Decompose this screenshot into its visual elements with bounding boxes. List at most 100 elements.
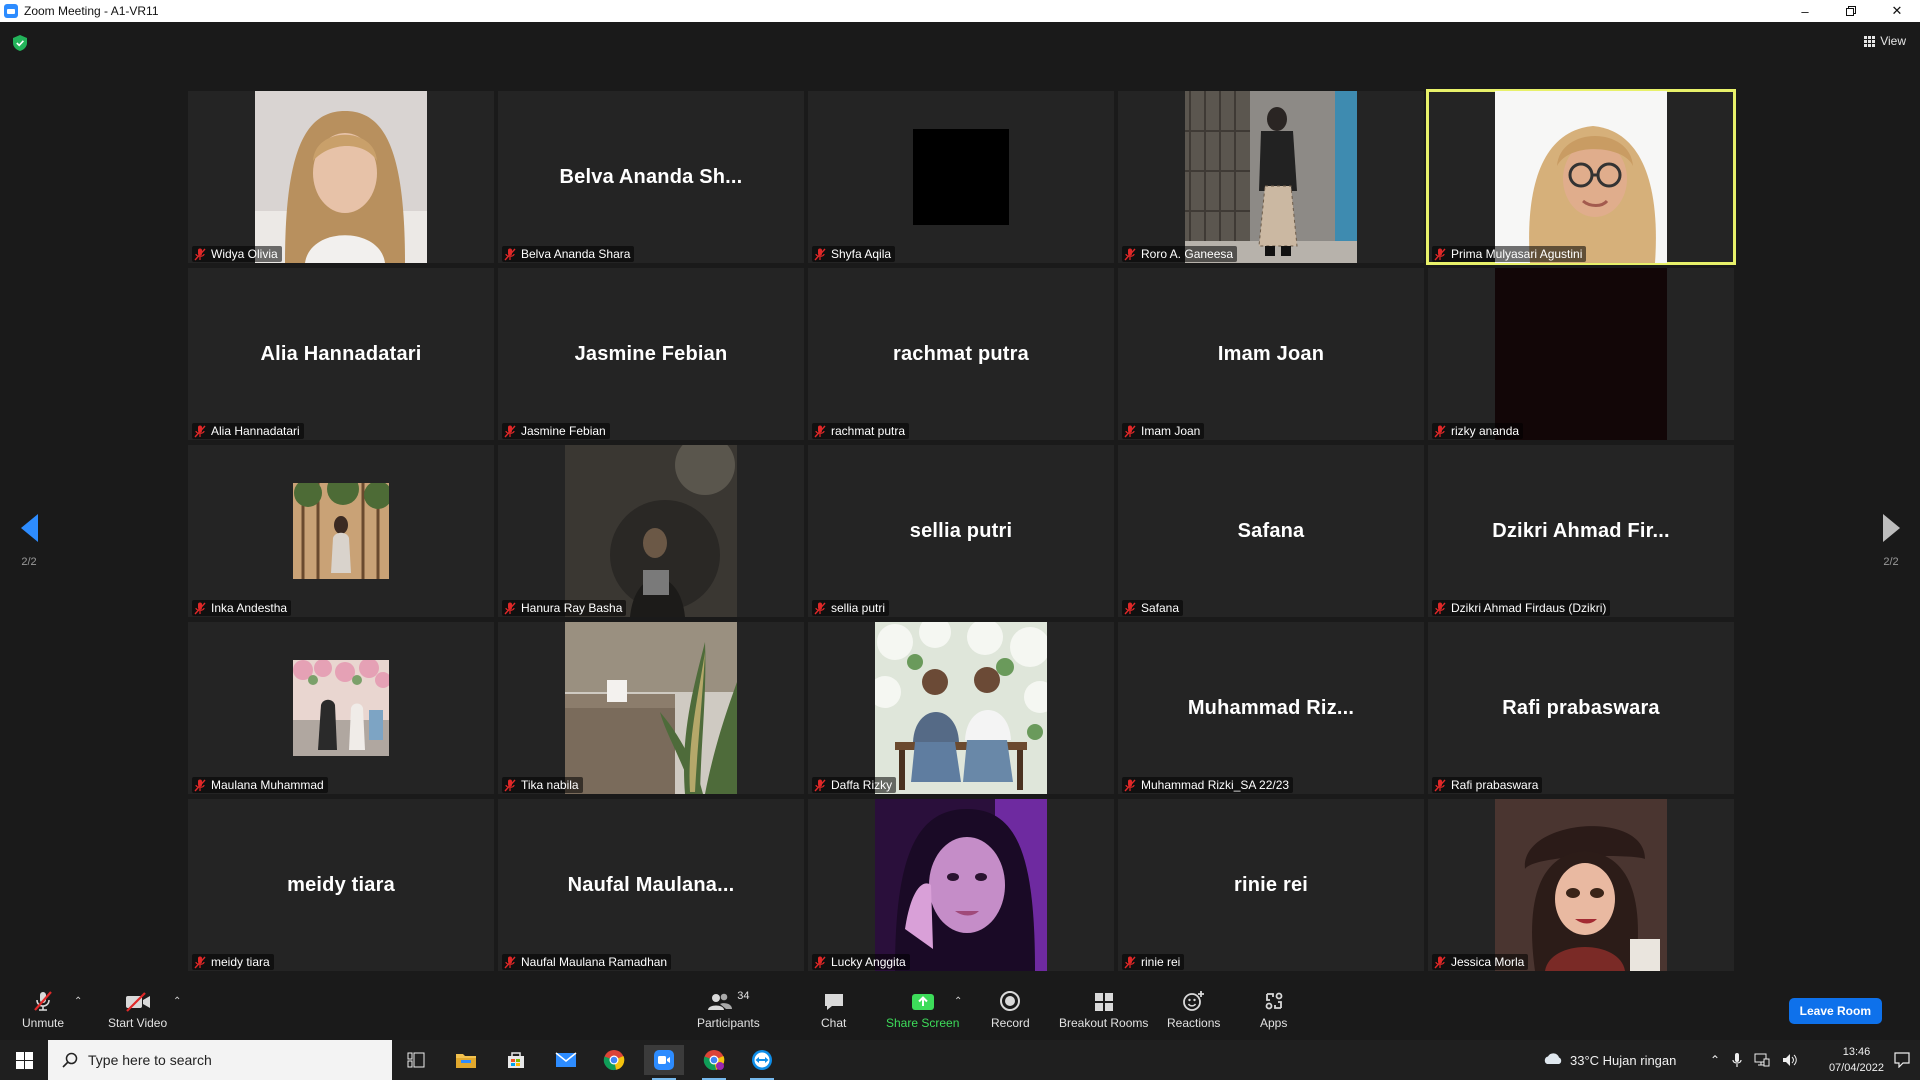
video-options-caret-icon[interactable]: ⌃: [173, 996, 181, 1007]
previous-page-button[interactable]: 2/2: [9, 514, 49, 568]
participant-profile-picture: [565, 622, 737, 794]
participant-tile[interactable]: Imam Joan Imam Joan: [1118, 268, 1424, 440]
muted-mic-icon: [1124, 779, 1136, 792]
participant-tile[interactable]: rachmat putra rachmat putra: [808, 268, 1114, 440]
network-icon[interactable]: [1754, 1053, 1770, 1067]
participant-tile[interactable]: Widya Olivia: [188, 91, 494, 263]
participant-tile[interactable]: Rafi prabaswara Rafi prabaswara: [1428, 622, 1734, 794]
microphone-icon[interactable]: [1732, 1052, 1742, 1068]
view-button[interactable]: View: [1864, 34, 1906, 48]
participant-name-bar: Widya Olivia: [192, 246, 282, 262]
participants-label: Participants: [697, 1016, 760, 1030]
file-explorer-icon[interactable]: [446, 1045, 486, 1075]
participant-name-label: Muhammad Rizki_SA 22/23: [1141, 778, 1290, 792]
participant-tile[interactable]: Inka Andestha: [188, 445, 494, 617]
participant-name-bar: rizky ananda: [1432, 423, 1524, 439]
chrome-icon[interactable]: [594, 1045, 634, 1075]
participant-name-label: Rafi prabaswara: [1451, 778, 1539, 792]
participant-display-name: Jasmine Febian: [574, 342, 728, 365]
participant-profile-picture: [255, 91, 427, 263]
notifications-icon[interactable]: [1894, 1040, 1910, 1080]
participant-name-label: rachmat putra: [831, 424, 906, 438]
participant-tile[interactable]: Prima Mulyasari Agustini: [1426, 89, 1736, 265]
mail-icon[interactable]: [546, 1045, 586, 1075]
participant-video-dark: [1495, 268, 1667, 440]
participant-name-bar: Rafi prabaswara: [1432, 777, 1543, 793]
muted-mic-icon: [504, 779, 516, 792]
participant-name-bar: Hanura Ray Basha: [502, 600, 627, 616]
muted-mic-icon: [504, 425, 516, 438]
participant-tile[interactable]: Naufal Maulana... Naufal Maulana Ramadhan: [498, 799, 804, 971]
teamviewer-icon[interactable]: [742, 1045, 782, 1080]
volume-icon[interactable]: [1782, 1053, 1798, 1067]
page-indicator-left: 2/2: [21, 556, 37, 568]
participant-tile[interactable]: meidy tiara meidy tiara: [188, 799, 494, 971]
participant-tile[interactable]: Tika nabila: [498, 622, 804, 794]
participant-profile-picture: [293, 473, 392, 579]
participant-name-label: rizky ananda: [1451, 424, 1520, 438]
page-indicator-right: 2/2: [1883, 556, 1899, 568]
taskbar-clock[interactable]: 13:46 07/04/2022: [1829, 1044, 1884, 1076]
participant-tile[interactable]: rinie rei rinie rei: [1118, 799, 1424, 971]
participant-tile[interactable]: rizky ananda: [1428, 268, 1734, 440]
participant-tile[interactable]: Shyfa Aqila: [808, 91, 1114, 263]
apps-label: Apps: [1260, 1016, 1288, 1030]
participants-icon: 34: [707, 990, 749, 1012]
reactions-button[interactable]: Reactions: [1167, 990, 1220, 1030]
participant-tile[interactable]: Safana Safana: [1118, 445, 1424, 617]
start-video-button[interactable]: Start Video: [108, 990, 167, 1030]
participant-name-bar: Tika nabila: [502, 777, 583, 793]
close-icon[interactable]: ✕: [1874, 0, 1920, 22]
chrome-profile-icon[interactable]: [694, 1045, 734, 1080]
participant-tile[interactable]: Alia Hannadatari Alia Hannadatari: [188, 268, 494, 440]
participant-name-label: Alia Hannadatari: [211, 424, 300, 438]
restore-icon[interactable]: [1828, 0, 1874, 22]
task-view-icon[interactable]: [396, 1045, 436, 1075]
clock-date: 07/04/2022: [1828, 1062, 1884, 1074]
audio-options-caret-icon[interactable]: ⌃: [74, 996, 82, 1007]
participant-display-name: Naufal Maulana...: [567, 873, 735, 896]
participant-tile[interactable]: Lucky Anggita: [808, 799, 1114, 971]
share-screen-button[interactable]: Share Screen: [886, 990, 959, 1030]
tray-chevron-icon[interactable]: ⌃: [1710, 1053, 1720, 1067]
participant-tile[interactable]: Belva Ananda Sh... Belva Ananda Shara: [498, 91, 804, 263]
windows-start-button[interactable]: [0, 1040, 48, 1080]
muted-mic-icon: [194, 956, 206, 969]
apps-button[interactable]: Apps: [1260, 990, 1287, 1030]
muted-mic-icon: [1434, 248, 1446, 261]
unmute-button[interactable]: Unmute: [22, 990, 64, 1030]
taskbar-search-box[interactable]: Type here to search: [48, 1040, 392, 1080]
participant-tile[interactable]: Jessica Morla: [1428, 799, 1734, 971]
chat-icon: [823, 990, 845, 1012]
chat-button[interactable]: Chat: [821, 990, 846, 1030]
participant-tile[interactable]: Daffa Rizky: [808, 622, 1114, 794]
encryption-shield-icon[interactable]: [13, 35, 27, 51]
zoom-taskbar-icon[interactable]: [644, 1045, 684, 1080]
participant-tile[interactable]: Roro A. Ganeesa: [1118, 91, 1424, 263]
breakout-rooms-icon: [1094, 990, 1114, 1012]
share-options-caret-icon[interactable]: ⌃: [954, 996, 962, 1007]
participant-tile[interactable]: Maulana Muhammad: [188, 622, 494, 794]
participant-tile[interactable]: Hanura Ray Basha: [498, 445, 804, 617]
participant-tile[interactable]: sellia putri sellia putri: [808, 445, 1114, 617]
participant-name-label: rinie rei: [1141, 955, 1181, 969]
unmute-label: Unmute: [22, 1016, 65, 1030]
chat-label: Chat: [821, 1016, 847, 1030]
participant-tile[interactable]: Jasmine Febian Jasmine Febian: [498, 268, 804, 440]
participant-name-label: Dzikri Ahmad Firdaus (Dzikri): [1451, 601, 1607, 615]
microsoft-store-icon[interactable]: [496, 1045, 536, 1075]
weather-text: 33°C Hujan ringan: [1570, 1052, 1677, 1068]
participant-tile[interactable]: Dzikri Ahmad Fir... Dzikri Ahmad Firdaus …: [1428, 445, 1734, 617]
windows-logo-icon: [15, 1051, 33, 1069]
participants-button[interactable]: 34 Participants: [697, 990, 760, 1030]
next-page-button[interactable]: 2/2: [1871, 514, 1911, 568]
share-screen-label: Share Screen: [886, 1016, 960, 1030]
leave-room-button[interactable]: Leave Room: [1788, 998, 1882, 1024]
zoom-app-icon: [4, 4, 18, 18]
minimize-icon[interactable]: –: [1782, 0, 1828, 22]
breakout-rooms-button[interactable]: Breakout Rooms: [1059, 990, 1148, 1030]
participant-profile-picture: [565, 445, 737, 617]
participant-tile[interactable]: Muhammad Riz... Muhammad Rizki_SA 22/23: [1118, 622, 1424, 794]
weather-widget[interactable]: 33°C Hujan ringan: [1542, 1040, 1676, 1080]
record-button[interactable]: Record: [991, 990, 1030, 1030]
